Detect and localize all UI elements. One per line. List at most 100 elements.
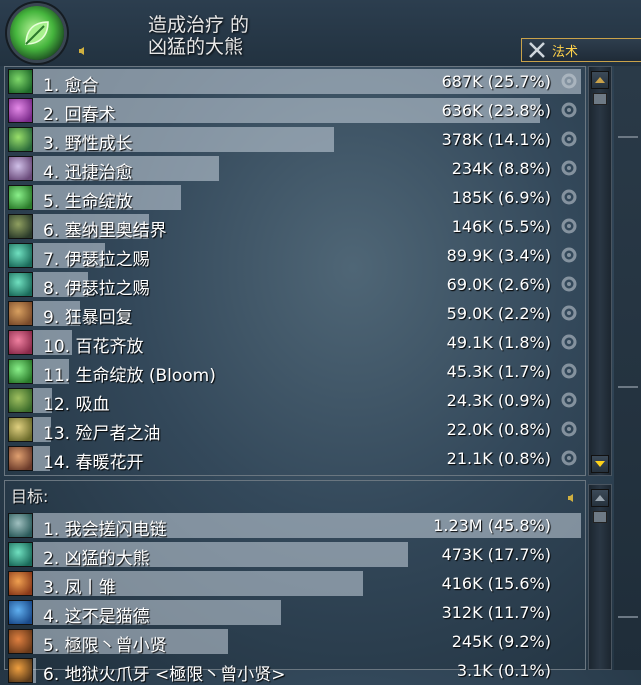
scroll-down-button[interactable]	[591, 455, 609, 473]
spell-row[interactable]: 5. 生命绽放 185K (6.9%)	[5, 183, 585, 212]
row-label: 4. 迅捷治愈	[43, 163, 133, 183]
row-label: 10. 百花齐放	[43, 337, 144, 357]
row-value: 687K (25.7%)	[441, 72, 551, 91]
class-icon	[8, 542, 33, 567]
arrow-down-icon	[595, 461, 605, 467]
mode-dropdown[interactable]: 法术	[521, 38, 641, 62]
class-icon	[8, 571, 33, 596]
spell-row[interactable]: 13. 殓尸者之油 22.0K (0.8%)	[5, 415, 585, 444]
target-scrollbar[interactable]	[588, 484, 612, 670]
spell-row[interactable]: 14. 春暖花开 21.1K (0.8%)	[5, 444, 585, 473]
spell-row[interactable]: 1. 愈合 687K (25.7%)	[5, 67, 585, 96]
target-row[interactable]: 1. 我会搓闪电链 1.23M (45.8%)	[5, 511, 585, 540]
gear-icon[interactable]	[559, 71, 579, 91]
spell-row[interactable]: 8. 伊瑟拉之赐 69.0K (2.6%)	[5, 270, 585, 299]
row-label: 5. 生命绽放	[43, 192, 133, 212]
gear-icon[interactable]	[559, 100, 579, 120]
spell-row[interactable]: 3. 野性成长 378K (14.1%)	[5, 125, 585, 154]
gear-icon[interactable]	[559, 390, 579, 410]
gear-icon[interactable]	[559, 245, 579, 265]
gear-icon[interactable]	[559, 303, 579, 323]
class-icon	[8, 658, 33, 683]
class-icon	[8, 600, 33, 625]
row-value: 22.0K (0.8%)	[446, 420, 551, 439]
target-row[interactable]: 2. 凶猛的大熊 473K (17.7%)	[5, 540, 585, 569]
healing-leaf-icon	[10, 6, 64, 60]
row-value: 1.23M (45.8%)	[433, 516, 551, 535]
class-icon	[8, 513, 33, 538]
spell-icon	[8, 214, 33, 239]
spell-row[interactable]: 12. 吸血 24.3K (0.9%)	[5, 386, 585, 415]
spell-icon	[8, 301, 33, 326]
row-value: 245K (9.2%)	[451, 632, 551, 651]
row-label: 4. 这不是猫德	[43, 607, 150, 627]
row-value: 234K (8.8%)	[451, 159, 551, 178]
gear-icon[interactable]	[559, 332, 579, 352]
row-label: 2. 回春术	[43, 105, 116, 125]
target-breakdown-panel: 目标: 1. 我会搓闪电链 1.23M (45.8%) 2. 凶猛的大熊 473K (…	[4, 480, 586, 685]
page-title-line2: 凶猛的大熊	[148, 36, 244, 58]
class-icon	[8, 629, 33, 654]
scroll-up-button[interactable]	[591, 71, 609, 89]
spell-icon	[8, 127, 33, 152]
scroll-up-button[interactable]	[591, 489, 609, 507]
spell-icon	[8, 98, 33, 123]
target-row[interactable]: 4. 这不是猫德 312K (11.7%)	[5, 598, 585, 627]
row-value: 89.9K (3.4%)	[446, 246, 551, 265]
gear-icon[interactable]	[559, 216, 579, 236]
row-value: 312K (11.7%)	[441, 603, 551, 622]
row-label: 11. 生命绽放 (Bloom)	[43, 366, 216, 386]
speaker-icon[interactable]	[78, 46, 88, 56]
spell-scrollbar[interactable]	[588, 66, 612, 476]
row-value: 69.0K (2.6%)	[446, 275, 551, 294]
row-value: 146K (5.5%)	[451, 217, 551, 236]
spell-icon	[8, 359, 33, 384]
row-value: 3.1K (0.1%)	[456, 661, 551, 680]
row-label: 6. 塞纳里奥结界	[43, 221, 167, 241]
gear-icon[interactable]	[559, 187, 579, 207]
divider	[618, 386, 638, 388]
gear-icon[interactable]	[559, 419, 579, 439]
mode-dropdown-label: 法术	[552, 44, 579, 60]
scroll-thumb[interactable]	[593, 93, 607, 105]
targets-header: 目标:	[11, 487, 49, 506]
gear-icon[interactable]	[559, 274, 579, 294]
gear-icon[interactable]	[559, 361, 579, 381]
row-value: 416K (15.6%)	[441, 574, 551, 593]
spell-list: 1. 愈合 687K (25.7%) 2. 回春术 636K (23.8%) 3. 野性…	[5, 67, 585, 473]
spell-row[interactable]: 4. 迅捷治愈 234K (8.8%)	[5, 154, 585, 183]
row-label: 3. 凤丨雏	[43, 578, 116, 598]
spell-row[interactable]: 6. 塞纳里奥结界 146K (5.5%)	[5, 212, 585, 241]
window-header: 造成治疗 的 凶猛的大熊 法术	[0, 0, 641, 66]
row-label: 13. 殓尸者之油	[43, 424, 161, 444]
target-row[interactable]: 5. 極限丶曾小贤 245K (9.2%)	[5, 627, 585, 656]
scroll-thumb[interactable]	[593, 511, 607, 523]
row-label: 6. 地狱火爪牙 <極限丶曾小贤>	[43, 665, 286, 685]
gear-icon[interactable]	[559, 448, 579, 468]
row-label: 14. 春暖花开	[43, 453, 144, 473]
divider	[618, 616, 638, 618]
spell-row[interactable]: 2. 回春术 636K (23.8%)	[5, 96, 585, 125]
spell-row[interactable]: 9. 狂暴回复 59.0K (2.2%)	[5, 299, 585, 328]
row-value: 59.0K (2.2%)	[446, 304, 551, 323]
target-row[interactable]: 6. 地狱火爪牙 <極限丶曾小贤> 3.1K (0.1%)	[5, 656, 585, 685]
gear-icon[interactable]	[559, 158, 579, 178]
spell-icon	[8, 330, 33, 355]
spell-breakdown-panel: 1. 愈合 687K (25.7%) 2. 回春术 636K (23.8%) 3. 野性…	[4, 66, 586, 476]
row-label: 3. 野性成长	[43, 134, 133, 154]
row-label: 7. 伊瑟拉之赐	[43, 250, 150, 270]
row-label: 2. 凶猛的大熊	[43, 549, 150, 569]
gear-icon[interactable]	[559, 129, 579, 149]
spell-icon	[8, 185, 33, 210]
target-row[interactable]: 3. 凤丨雏 416K (15.6%)	[5, 569, 585, 598]
spell-row[interactable]: 7. 伊瑟拉之赐 89.9K (3.4%)	[5, 241, 585, 270]
spell-icon	[8, 446, 33, 471]
spell-row[interactable]: 10. 百花齐放 49.1K (1.8%)	[5, 328, 585, 357]
damage-meter-window: 造成治疗 的 凶猛的大熊 法术 1. 愈合 687K (25.7%) 2. 回春术 6…	[0, 0, 641, 685]
spell-icon	[8, 388, 33, 413]
row-value: 21.1K (0.8%)	[446, 449, 551, 468]
spell-row[interactable]: 11. 生命绽放 (Bloom) 45.3K (1.7%)	[5, 357, 585, 386]
spell-icon	[8, 243, 33, 268]
speaker-icon[interactable]	[567, 493, 577, 503]
row-value: 24.3K (0.9%)	[446, 391, 551, 410]
